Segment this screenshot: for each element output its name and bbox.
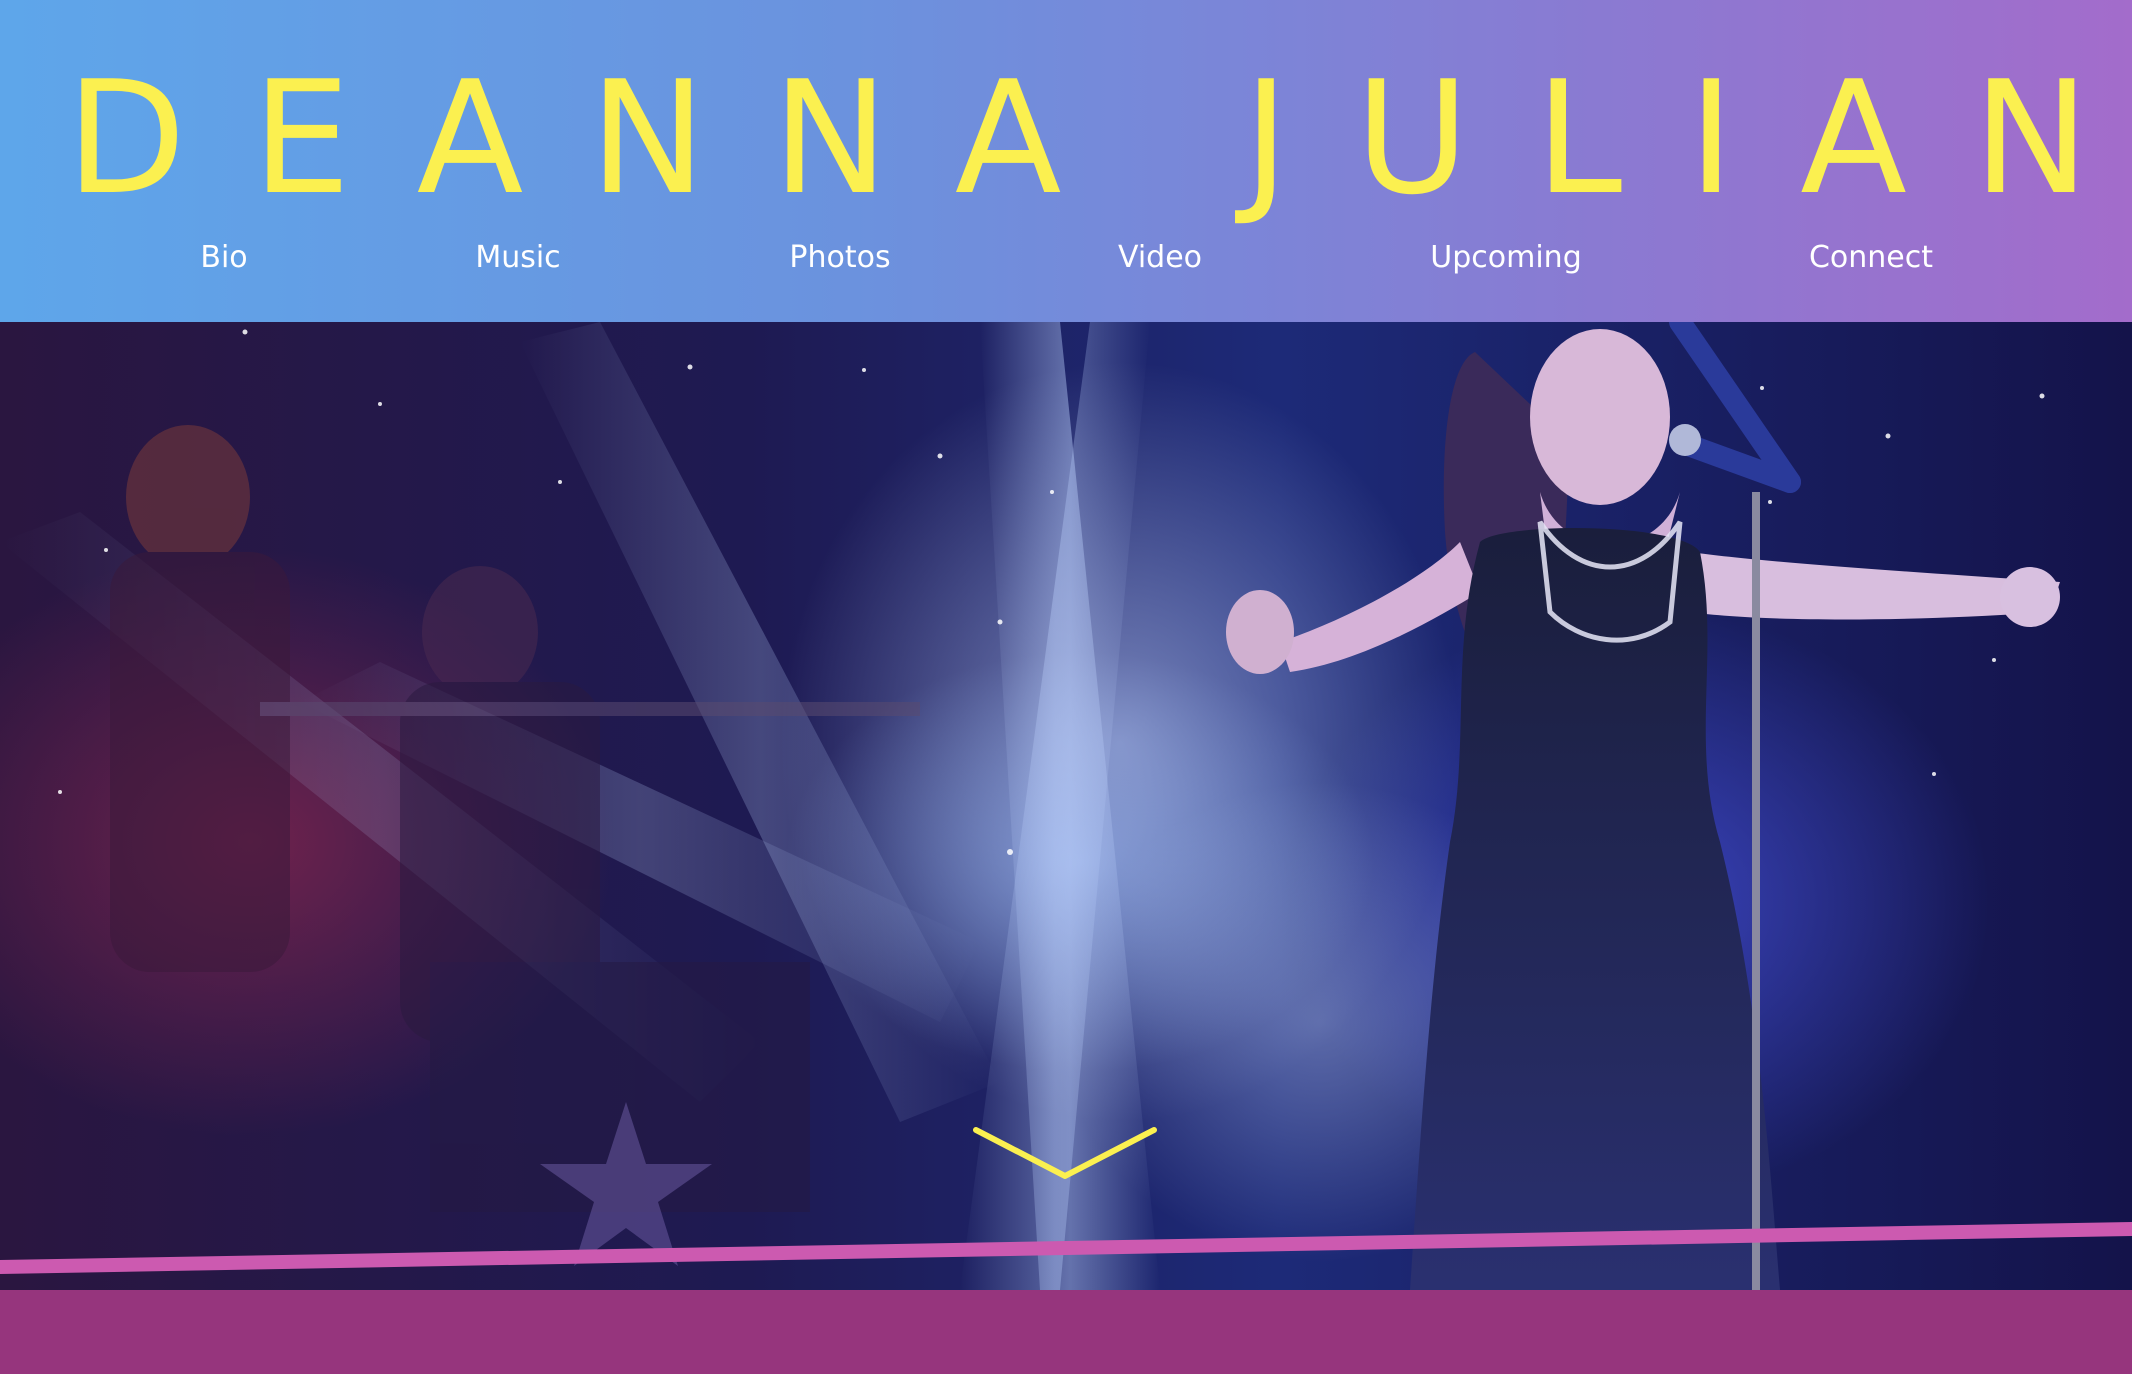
site-title[interactable]: DEANNA JULIAN	[0, 58, 2132, 218]
footer-band	[0, 1290, 2132, 1374]
nav-link-upcoming[interactable]: Upcoming	[1430, 236, 1581, 280]
nav-link-photos[interactable]: Photos	[789, 236, 890, 280]
main-nav: Bio Music Photos Video Upcoming Connect	[0, 236, 2132, 280]
nav-link-video[interactable]: Video	[1118, 236, 1202, 280]
nav-link-connect[interactable]: Connect	[1809, 236, 1933, 280]
nav-link-bio[interactable]: Bio	[200, 236, 247, 280]
chevron-down-icon[interactable]	[972, 1124, 1158, 1182]
nav-link-music[interactable]: Music	[475, 236, 560, 280]
site-header: DEANNA JULIAN Bio Music Photos Video Upc…	[0, 0, 2132, 322]
